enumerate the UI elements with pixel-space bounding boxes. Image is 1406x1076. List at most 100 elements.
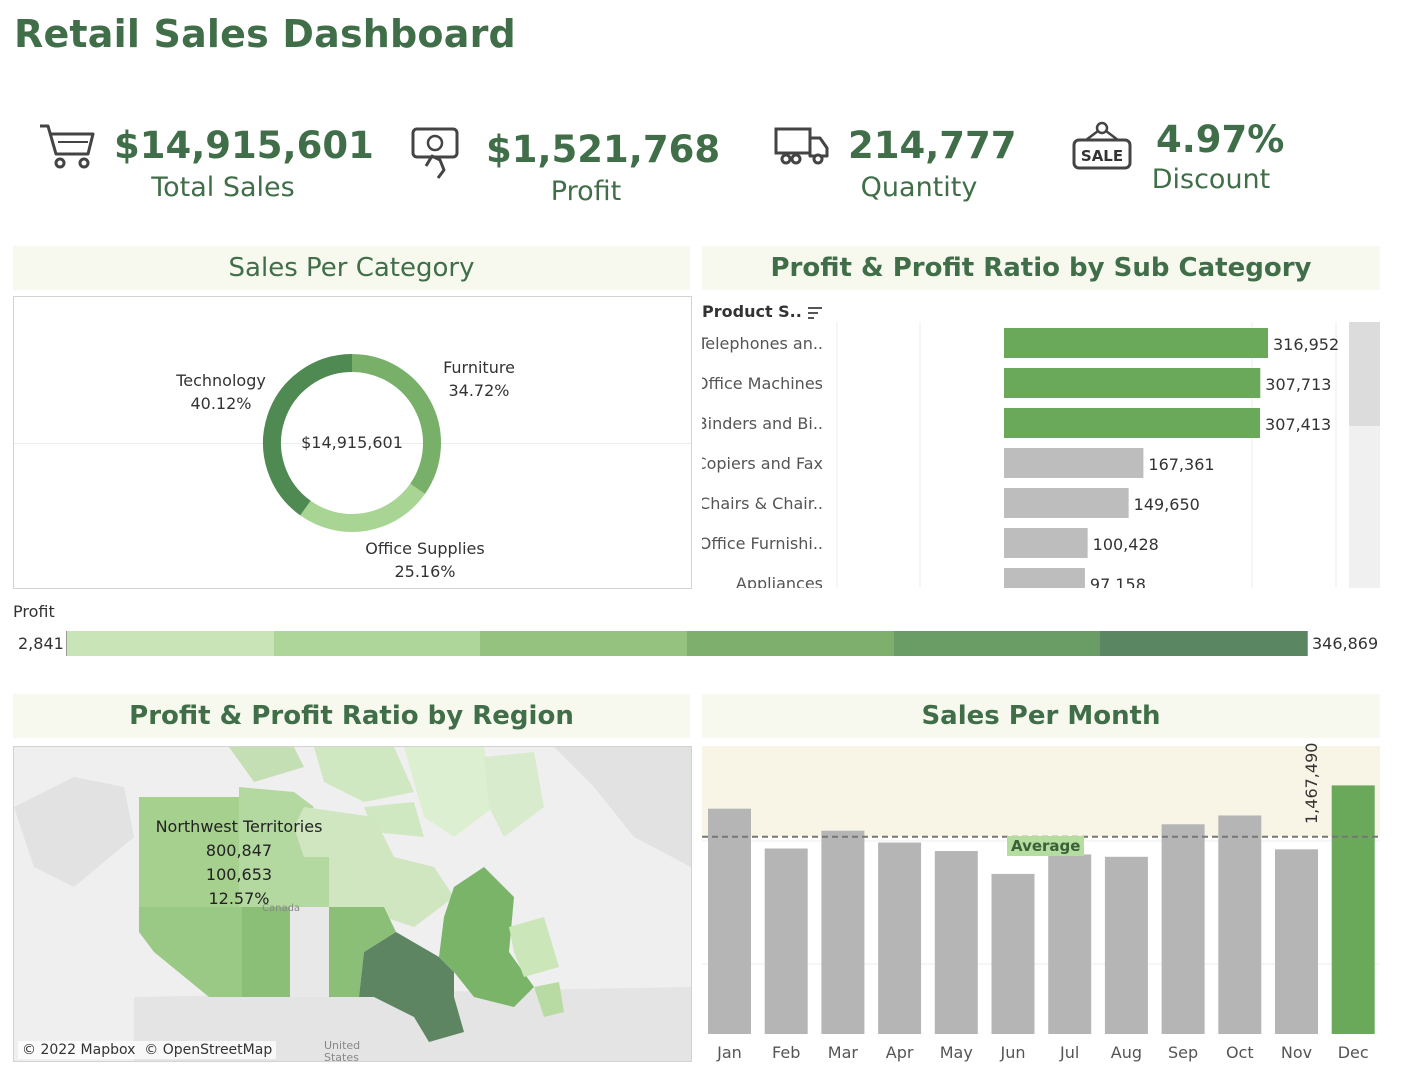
profit-legend-min: 2,841 xyxy=(18,634,64,653)
month-bar[interactable] xyxy=(708,808,751,1034)
month-panel: Jan Feb Mar Apr May Jun Jul Aug Sep Oct Nov Dec Ave… xyxy=(702,742,1380,1076)
month-label: Nov xyxy=(1281,1043,1312,1062)
kpi-profit-value: $1,521,768 xyxy=(486,128,721,171)
subcat-bar[interactable] xyxy=(1004,528,1088,558)
category-panel-title: Sales Per Category xyxy=(13,246,690,290)
donut-segment-office-supplies[interactable] xyxy=(300,483,425,532)
kpi-quantity-value: 214,777 xyxy=(848,124,1017,167)
month-label: Feb xyxy=(772,1043,800,1062)
legend-swatch xyxy=(67,631,274,656)
tooltip-profit: 100,653 xyxy=(205,865,273,884)
subcat-bar[interactable] xyxy=(1004,488,1129,518)
map-tooltip: Northwest Territories 800,847 100,653 12… xyxy=(154,815,324,911)
money-hand-icon xyxy=(411,127,459,179)
dashboard-title: Retail Sales Dashboard xyxy=(14,12,516,56)
map-attribution[interactable]: © 2022 Mapbox © OpenStreetMap xyxy=(18,1041,277,1059)
month-bar[interactable] xyxy=(1331,785,1375,1034)
profit-legend-gradient xyxy=(66,631,1308,656)
region-map[interactable]: Northwest Territories 800,847 100,653 12… xyxy=(13,746,692,1062)
subcat-value: 149,650 xyxy=(1134,495,1200,514)
month-label: Dec xyxy=(1338,1043,1369,1062)
legend-swatch xyxy=(480,631,688,656)
month-bar-chart: Jan Feb Mar Apr May Jun Jul Aug Sep Oct Nov Dec xyxy=(702,746,1380,1062)
subcat-label: Binders and Bi.. xyxy=(702,414,823,433)
subcat-label: Office Machines xyxy=(702,374,823,393)
kpi-discount-value: 4.97% xyxy=(1156,118,1285,161)
region-panel-title: Profit & Profit Ratio by Region xyxy=(13,694,690,738)
kpi-quantity-label: Quantity xyxy=(860,172,978,203)
tooltip-region: Northwest Territories xyxy=(155,817,323,836)
month-panel-title: Sales Per Month xyxy=(702,694,1380,738)
month-label: Jan xyxy=(716,1043,742,1062)
month-label: Aug xyxy=(1111,1043,1142,1062)
canada-map[interactable] xyxy=(14,747,691,1061)
segment-label-furniture: Furniture 34.72% xyxy=(443,358,515,400)
subcat-scrollbar[interactable] xyxy=(1349,322,1380,588)
month-bar[interactable] xyxy=(1218,815,1262,1034)
month-label: Oct xyxy=(1226,1043,1254,1062)
subcat-bar[interactable] xyxy=(1004,568,1085,588)
subcat-value: 167,361 xyxy=(1148,455,1214,474)
subcat-bar[interactable] xyxy=(1004,368,1261,398)
month-bar[interactable] xyxy=(1275,849,1318,1034)
month-bar[interactable] xyxy=(878,842,922,1034)
legend-swatch xyxy=(273,631,481,656)
segment-label-technology: Technology 40.12% xyxy=(176,371,266,413)
subcat-label: Telephones an.. xyxy=(702,334,823,353)
kpi-sales-value: $14,915,601 xyxy=(114,124,374,167)
map-label-us: United States xyxy=(324,1039,361,1062)
subcat-value: 307,713 xyxy=(1265,375,1331,394)
subcat-bar[interactable] xyxy=(1004,328,1268,358)
donut-segment-furniture[interactable] xyxy=(351,354,441,495)
month-label: May xyxy=(940,1043,973,1062)
month-bar[interactable] xyxy=(991,873,1035,1034)
month-bar[interactable] xyxy=(764,848,808,1034)
profit-legend-title: Profit xyxy=(13,602,55,621)
kpi-profit: $1,521,768 Profit xyxy=(410,118,720,213)
month-label: Jul xyxy=(1059,1043,1079,1062)
profit-legend-max: 346,869 xyxy=(1312,634,1379,653)
above-average-band xyxy=(702,746,1380,837)
shopping-cart-icon xyxy=(40,124,95,169)
subcat-bar-chart: Telephones an.. 316,952 Office Machines 307… xyxy=(702,322,1339,588)
delivery-truck-icon xyxy=(774,127,829,165)
month-label: Jun xyxy=(1000,1043,1026,1062)
month-bar[interactable] xyxy=(1048,854,1092,1034)
kpi-quantity: 214,777 Quantity xyxy=(774,118,1017,213)
sale-tag-icon: SALE xyxy=(1072,121,1132,170)
average-label: Average xyxy=(1007,836,1085,856)
month-bar[interactable] xyxy=(934,851,978,1034)
month-label: Sep xyxy=(1168,1043,1198,1062)
month-label: Mar xyxy=(828,1043,859,1062)
tooltip-sales: 800,847 xyxy=(205,841,273,860)
subcat-scrollbar-thumb[interactable] xyxy=(1349,322,1380,426)
map-label-canada: Canada xyxy=(262,903,301,914)
sale-tag-text: SALE xyxy=(1081,147,1123,165)
subcat-label: Chairs & Chair.. xyxy=(702,494,823,513)
category-panel: $14,915,601 Technology 40.12% Furniture 34… xyxy=(13,296,692,589)
legend-swatch xyxy=(687,631,894,656)
subcat-label: Copiers and Fax xyxy=(702,454,823,473)
subcat-value: 100,428 xyxy=(1093,535,1159,554)
legend-swatch xyxy=(1100,631,1308,656)
subcat-value: 97,158 xyxy=(1090,575,1146,588)
month-bar[interactable] xyxy=(1161,824,1205,1034)
subcat-value: 307,413 xyxy=(1265,415,1331,434)
subcat-label: Appliances xyxy=(736,574,823,588)
subcat-value: 316,952 xyxy=(1273,335,1339,354)
kpi-discount: SALE 4.97% Discount xyxy=(1070,116,1290,211)
kpi-profit-label: Profit xyxy=(550,176,622,207)
kpi-sales: $14,915,601 Total Sales xyxy=(38,118,374,213)
month-bar[interactable] xyxy=(1104,856,1148,1034)
segment-label-office-supplies: Office Supplies 25.16% xyxy=(365,539,485,581)
dec-value-label: 1,467,490 xyxy=(1302,742,1321,824)
month-bar[interactable] xyxy=(821,830,865,1034)
subcat-bar[interactable] xyxy=(1004,408,1261,438)
legend-swatch xyxy=(893,631,1101,656)
subcat-label: Office Furnishi.. xyxy=(702,534,823,553)
kpi-discount-label: Discount xyxy=(1151,164,1271,195)
subcat-bar[interactable] xyxy=(1004,448,1144,478)
kpi-sales-label: Total Sales xyxy=(151,172,295,203)
month-label: Apr xyxy=(886,1043,914,1062)
subcat-panel-title: Profit & Profit Ratio by Sub Category xyxy=(702,246,1380,290)
